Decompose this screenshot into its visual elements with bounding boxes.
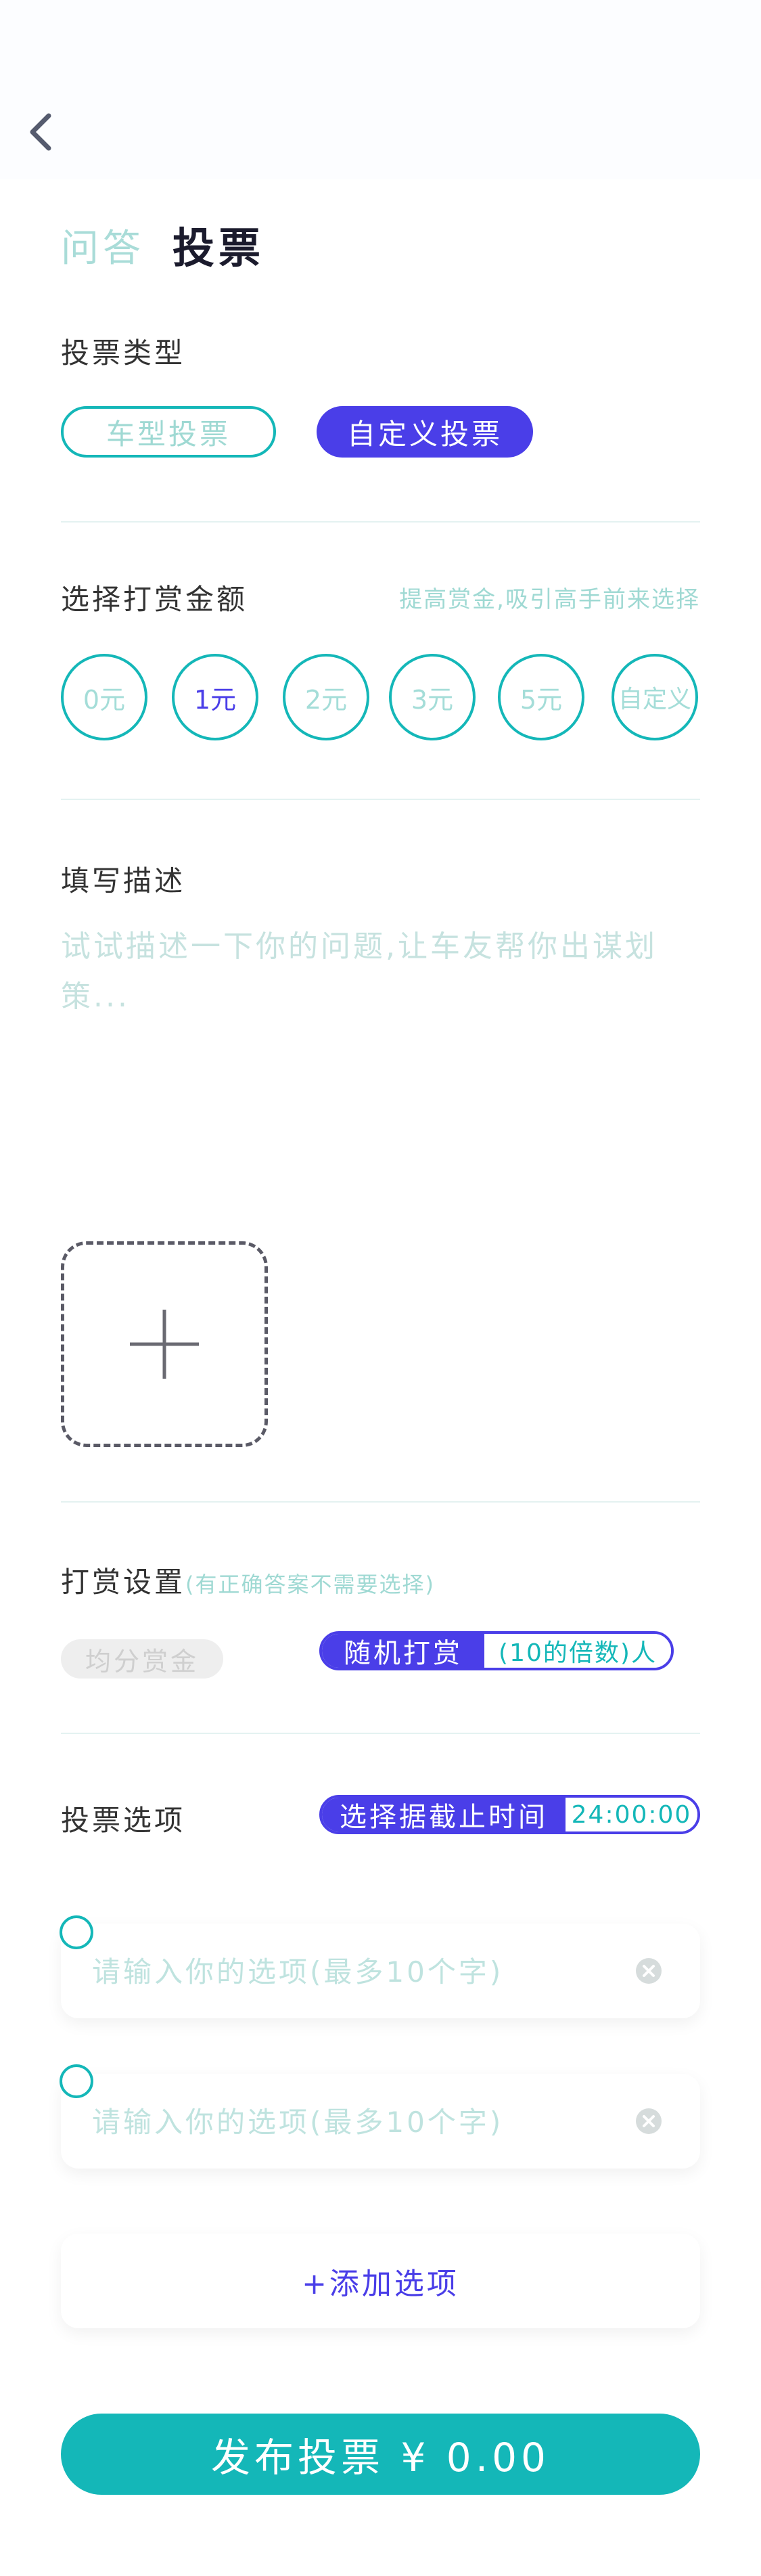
reward-settings-note: (有正确答案不需要选择) <box>185 1572 435 1597</box>
vote-option-input[interactable] <box>91 2101 607 2143</box>
reward-option-0[interactable]: 0元 <box>61 654 147 740</box>
random-reward-label: 随机打赏 <box>322 1634 484 1668</box>
deadline-value: 24:00:00 <box>566 1798 697 1831</box>
deadline-label: 选择据截止时间 <box>322 1798 566 1831</box>
random-reward-toggle[interactable]: 随机打赏 (10的倍数)人 <box>319 1631 674 1670</box>
reward-amount-hint: 提高赏金,吸引高手前来选择 <box>399 586 700 613</box>
random-reward-count[interactable]: (10的倍数)人 <box>484 1634 671 1668</box>
add-option-button[interactable]: +添加选项 <box>61 2234 700 2328</box>
top-bar <box>0 0 761 179</box>
deadline-picker[interactable]: 选择据截止时间 24:00:00 <box>319 1795 700 1834</box>
reward-option-2[interactable]: 2元 <box>283 654 369 740</box>
divider <box>61 1733 700 1734</box>
vote-type-custom-button[interactable]: 自定义投票 <box>317 406 533 458</box>
vote-options-title: 投票选项 <box>61 1804 186 1837</box>
vote-option-card <box>61 2074 700 2169</box>
chevron-left-icon <box>30 113 51 151</box>
tab-qa[interactable]: 问答 <box>61 218 145 273</box>
vote-option-radio[interactable] <box>60 2064 93 2098</box>
reward-option-1[interactable]: 1元 <box>172 654 258 740</box>
reward-option-custom[interactable]: 自定义 <box>612 654 698 740</box>
reward-option-5[interactable]: 5元 <box>498 654 584 740</box>
vote-type-car-button[interactable]: 车型投票 <box>61 406 276 458</box>
clear-icon[interactable] <box>635 2108 662 2135</box>
clear-icon[interactable] <box>635 1957 662 1984</box>
divider <box>61 799 700 800</box>
back-button[interactable] <box>20 108 61 156</box>
divider <box>61 521 700 523</box>
description-input[interactable]: 试试描述一下你的问题,让车友帮你出谋划策... <box>61 922 700 1022</box>
description-title: 填写描述 <box>61 864 186 897</box>
divider <box>61 1501 700 1503</box>
vote-option-input[interactable] <box>91 1951 607 1993</box>
publish-button[interactable]: 发布投票 ¥ 0.00 <box>61 2414 700 2495</box>
reward-amount-title: 选择打赏金额 <box>61 583 248 616</box>
reward-option-3[interactable]: 3元 <box>389 654 476 740</box>
vote-option-radio[interactable] <box>60 1915 93 1949</box>
tab-vote[interactable]: 投票 <box>172 214 264 275</box>
equal-split-button[interactable]: 均分赏金 <box>61 1639 223 1679</box>
vote-type-title: 投票类型 <box>61 336 186 370</box>
reward-settings-title: 打赏设置(有正确答案不需要选择) <box>61 1559 435 1601</box>
reward-settings-label: 打赏设置 <box>61 1565 186 1599</box>
vote-option-card <box>61 1924 700 2018</box>
plus-icon <box>130 1310 199 1379</box>
image-upload-button[interactable] <box>61 1241 268 1447</box>
